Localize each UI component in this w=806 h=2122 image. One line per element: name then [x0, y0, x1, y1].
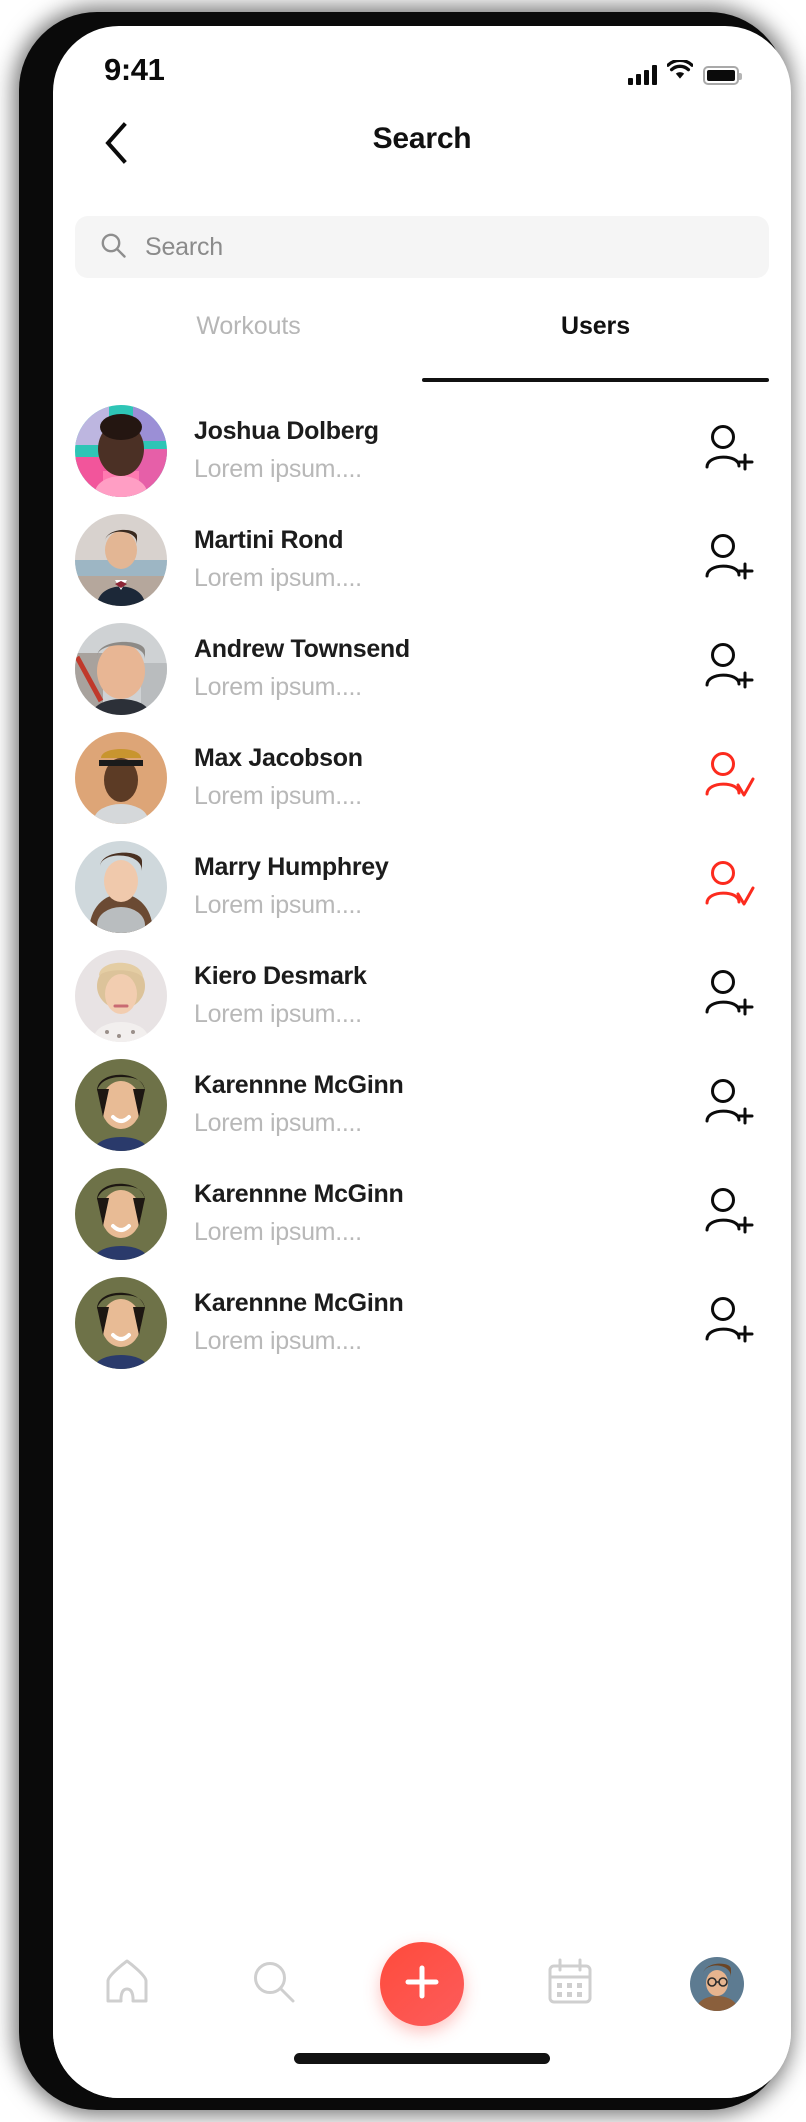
add-user-button[interactable] [691, 1286, 765, 1360]
bottom-tab-bar-items [53, 1936, 791, 2032]
search-input[interactable]: Search [75, 216, 769, 278]
phone-frame: 9:41 Search Search Workouts Users Joshua… [19, 12, 791, 2110]
status-bar: 9:41 [53, 26, 791, 106]
tabbar-item-home[interactable] [53, 1936, 201, 2032]
user-subtitle: Lorem ipsum.... [194, 891, 362, 919]
avatar [75, 731, 167, 824]
avatar [75, 1167, 167, 1260]
avatar [75, 1058, 167, 1151]
status-bar-time: 9:41 [104, 52, 165, 87]
list-item-text: Martini Rond Lorem ipsum.... [194, 526, 691, 593]
user-name: Karennne McGinn [194, 1289, 404, 1317]
add-user-button[interactable] [691, 632, 765, 706]
avatar [75, 1276, 167, 1369]
list-item-text: Karennne McGinn Lorem ipsum.... [194, 1071, 691, 1138]
user-name: Karennne McGinn [194, 1180, 404, 1208]
list-item[interactable]: Andrew Townsend Lorem ipsum.... [53, 614, 791, 723]
search-icon [251, 1959, 297, 2010]
tab-bar: Workouts Users [75, 308, 769, 382]
tabbar-item-calendar[interactable] [496, 1936, 644, 2032]
status-bar-icons [628, 58, 742, 85]
user-subtitle: Lorem ipsum.... [194, 673, 362, 701]
add-user-icon [700, 1074, 756, 1135]
phone-screen: 9:41 Search Search Workouts Users Joshua… [53, 26, 791, 2098]
add-user-button[interactable] [691, 1177, 765, 1251]
list-item-text: Andrew Townsend Lorem ipsum.... [194, 635, 691, 702]
list-item[interactable]: Karennne McGinn Lorem ipsum.... [53, 1050, 791, 1159]
nav-header: Search [53, 106, 791, 184]
list-item-text: Joshua Dolberg Lorem ipsum.... [194, 417, 691, 484]
search-icon [99, 231, 127, 264]
user-subtitle: Lorem ipsum.... [194, 1000, 362, 1028]
signal-bars-icon [628, 65, 657, 85]
avatar [75, 949, 167, 1042]
list-item[interactable]: Martini Rond Lorem ipsum.... [53, 505, 791, 614]
avatar [75, 404, 167, 497]
user-name: Andrew Townsend [194, 635, 410, 663]
user-subtitle: Lorem ipsum.... [194, 782, 362, 810]
wifi-icon [666, 58, 694, 85]
search-input-placeholder: Search [145, 232, 224, 261]
add-user-icon [700, 965, 756, 1026]
add-user-button[interactable] [691, 959, 765, 1033]
tabbar-item-create[interactable] [348, 1936, 496, 2032]
plus-icon [401, 1961, 443, 2008]
add-user-icon [700, 1292, 756, 1353]
list-item[interactable]: Karennne McGinn Lorem ipsum.... [53, 1268, 791, 1377]
tab-users[interactable]: Users [422, 308, 769, 382]
tab-workouts-label: Workouts [196, 312, 301, 340]
tab-workouts[interactable]: Workouts [75, 308, 422, 382]
user-name: Kiero Desmark [194, 962, 367, 990]
user-name: Marry Humphrey [194, 853, 389, 881]
battery-full-icon [703, 66, 742, 85]
user-subtitle: Lorem ipsum.... [194, 1109, 362, 1137]
home-icon [103, 1959, 151, 2010]
list-item-text: Karennne McGinn Lorem ipsum.... [194, 1180, 691, 1247]
user-name: Martini Rond [194, 526, 344, 554]
user-subtitle: Lorem ipsum.... [194, 564, 362, 592]
list-item-text: Marry Humphrey Lorem ipsum.... [194, 853, 691, 920]
add-user-icon [700, 1183, 756, 1244]
user-check-icon [700, 747, 756, 808]
following-button[interactable] [691, 850, 765, 924]
tabbar-item-search[interactable] [201, 1936, 349, 2032]
add-user-icon [700, 638, 756, 699]
calendar-icon [546, 1958, 594, 2011]
list-item-text: Kiero Desmark Lorem ipsum.... [194, 962, 691, 1029]
user-subtitle: Lorem ipsum.... [194, 455, 362, 483]
add-user-icon [700, 529, 756, 590]
avatar [75, 840, 167, 933]
user-list: Joshua Dolberg Lorem ipsum.... Martini R… [53, 396, 791, 1377]
user-subtitle: Lorem ipsum.... [194, 1327, 362, 1355]
user-name: Joshua Dolberg [194, 417, 379, 445]
list-item[interactable]: Joshua Dolberg Lorem ipsum.... [53, 396, 791, 505]
user-name: Karennne McGinn [194, 1071, 404, 1099]
list-item-text: Karennne McGinn Lorem ipsum.... [194, 1289, 691, 1356]
avatar [75, 513, 167, 606]
list-item-text: Max Jacobson Lorem ipsum.... [194, 744, 691, 811]
create-fab-button[interactable] [379, 1942, 464, 2026]
add-user-button[interactable] [691, 1068, 765, 1142]
user-check-icon [700, 856, 756, 917]
add-user-button[interactable] [691, 414, 765, 488]
tabbar-item-profile[interactable] [643, 1936, 791, 2032]
tab-users-label: Users [561, 312, 630, 340]
avatar [75, 622, 167, 715]
list-item[interactable]: Kiero Desmark Lorem ipsum.... [53, 941, 791, 1050]
home-indicator [294, 2053, 550, 2064]
user-name: Max Jacobson [194, 744, 363, 772]
user-subtitle: Lorem ipsum.... [194, 1218, 362, 1246]
add-user-icon [700, 420, 756, 481]
profile-avatar [690, 1957, 745, 2011]
following-button[interactable] [691, 741, 765, 815]
list-item[interactable]: Marry Humphrey Lorem ipsum.... [53, 832, 791, 941]
page-title: Search [372, 122, 472, 155]
list-item[interactable]: Karennne McGinn Lorem ipsum.... [53, 1159, 791, 1268]
add-user-button[interactable] [691, 523, 765, 597]
list-item[interactable]: Max Jacobson Lorem ipsum.... [53, 723, 791, 832]
bottom-tab-bar [53, 1908, 791, 2098]
